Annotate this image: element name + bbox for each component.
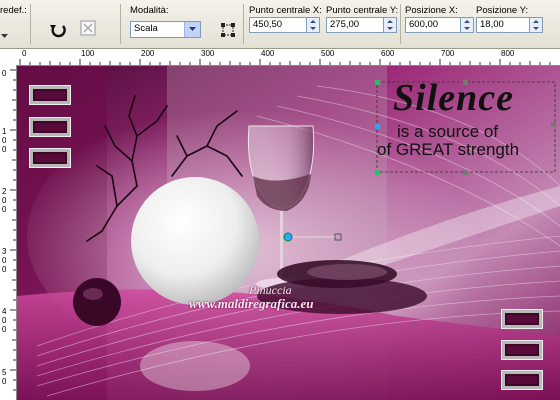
ruler-label: 1 0 0 [2, 127, 7, 154]
ruler-label: 500 [321, 49, 335, 58]
pos-x-field[interactable]: 600,00 [405, 17, 461, 33]
ruler-ticks [10, 69, 16, 391]
ruler-label: 4 0 0 [2, 307, 7, 334]
center-x-field[interactable]: 450,50 [249, 17, 307, 33]
ruler-label: 700 [441, 49, 455, 58]
slogan-title: Silence [393, 77, 514, 119]
ruler-label: 200 [141, 49, 155, 58]
center-y-spinner[interactable] [383, 17, 397, 33]
separator [243, 4, 244, 44]
ruler-label: 400 [261, 49, 275, 58]
frame-ornament [502, 341, 542, 359]
frame-ornament [502, 371, 542, 389]
preset-label: redef.: [0, 5, 27, 16]
mode-select[interactable]: Scala [130, 21, 201, 38]
ruler-label: 3 0 0 [2, 247, 7, 274]
center-y-field[interactable]: 275,00 [326, 17, 384, 33]
ruler-label: 5 0 [2, 368, 7, 386]
frame-ornament [30, 118, 70, 136]
pos-x-label: Posizione X: [405, 5, 458, 16]
vertical-ruler: 0 1 0 0 2 0 0 3 0 0 4 0 0 5 0 [0, 65, 17, 400]
frame-ornament [502, 310, 542, 328]
center-y-label: Punto centrale Y: [326, 5, 399, 16]
frame-ornament [30, 149, 70, 167]
watermark-site: www.maldiregrafica.eu [189, 296, 314, 311]
pos-y-spinner[interactable] [529, 17, 543, 33]
separator [30, 4, 31, 44]
slogan-line: of GREAT strength [377, 140, 520, 159]
center-x-label: Punto centrale X: [249, 5, 322, 16]
clear-icon[interactable] [78, 18, 98, 38]
mode-label: Modalità: [130, 5, 169, 16]
ruler-label: 800 [501, 49, 515, 58]
frame-ornament [30, 86, 70, 104]
chevron-down-icon[interactable] [184, 22, 200, 37]
pos-y-field[interactable]: 18,00 [476, 17, 530, 33]
ruler-label: 100 [81, 49, 95, 58]
center-x-spinner[interactable] [306, 17, 320, 33]
ruler-label: 0 [22, 49, 27, 58]
image-canvas[interactable]: Silence is a source of of GREAT strength… [17, 66, 560, 400]
pos-x-spinner[interactable] [460, 17, 474, 33]
ruler-label: 2 0 0 [2, 187, 7, 214]
horizontal-ruler: 0 100 200 300 400 500 600 700 800 [0, 49, 560, 66]
separator [120, 4, 121, 44]
scale-handles-icon[interactable] [218, 20, 238, 40]
ruler-label: 300 [201, 49, 215, 58]
pos-y-label: Posizione Y: [476, 5, 529, 16]
separator [400, 4, 401, 44]
ruler-label: 600 [381, 49, 395, 58]
reset-icon[interactable] [48, 20, 68, 40]
slogan-line: is a source of [397, 122, 499, 141]
tool-options-bar: redef.: Modalità: Scala Punto centrale X… [0, 0, 560, 49]
preset-dropdown-arrow-icon[interactable] [0, 26, 8, 46]
ruler-label: 0 [2, 69, 7, 78]
mode-select-value: Scala [134, 23, 158, 34]
